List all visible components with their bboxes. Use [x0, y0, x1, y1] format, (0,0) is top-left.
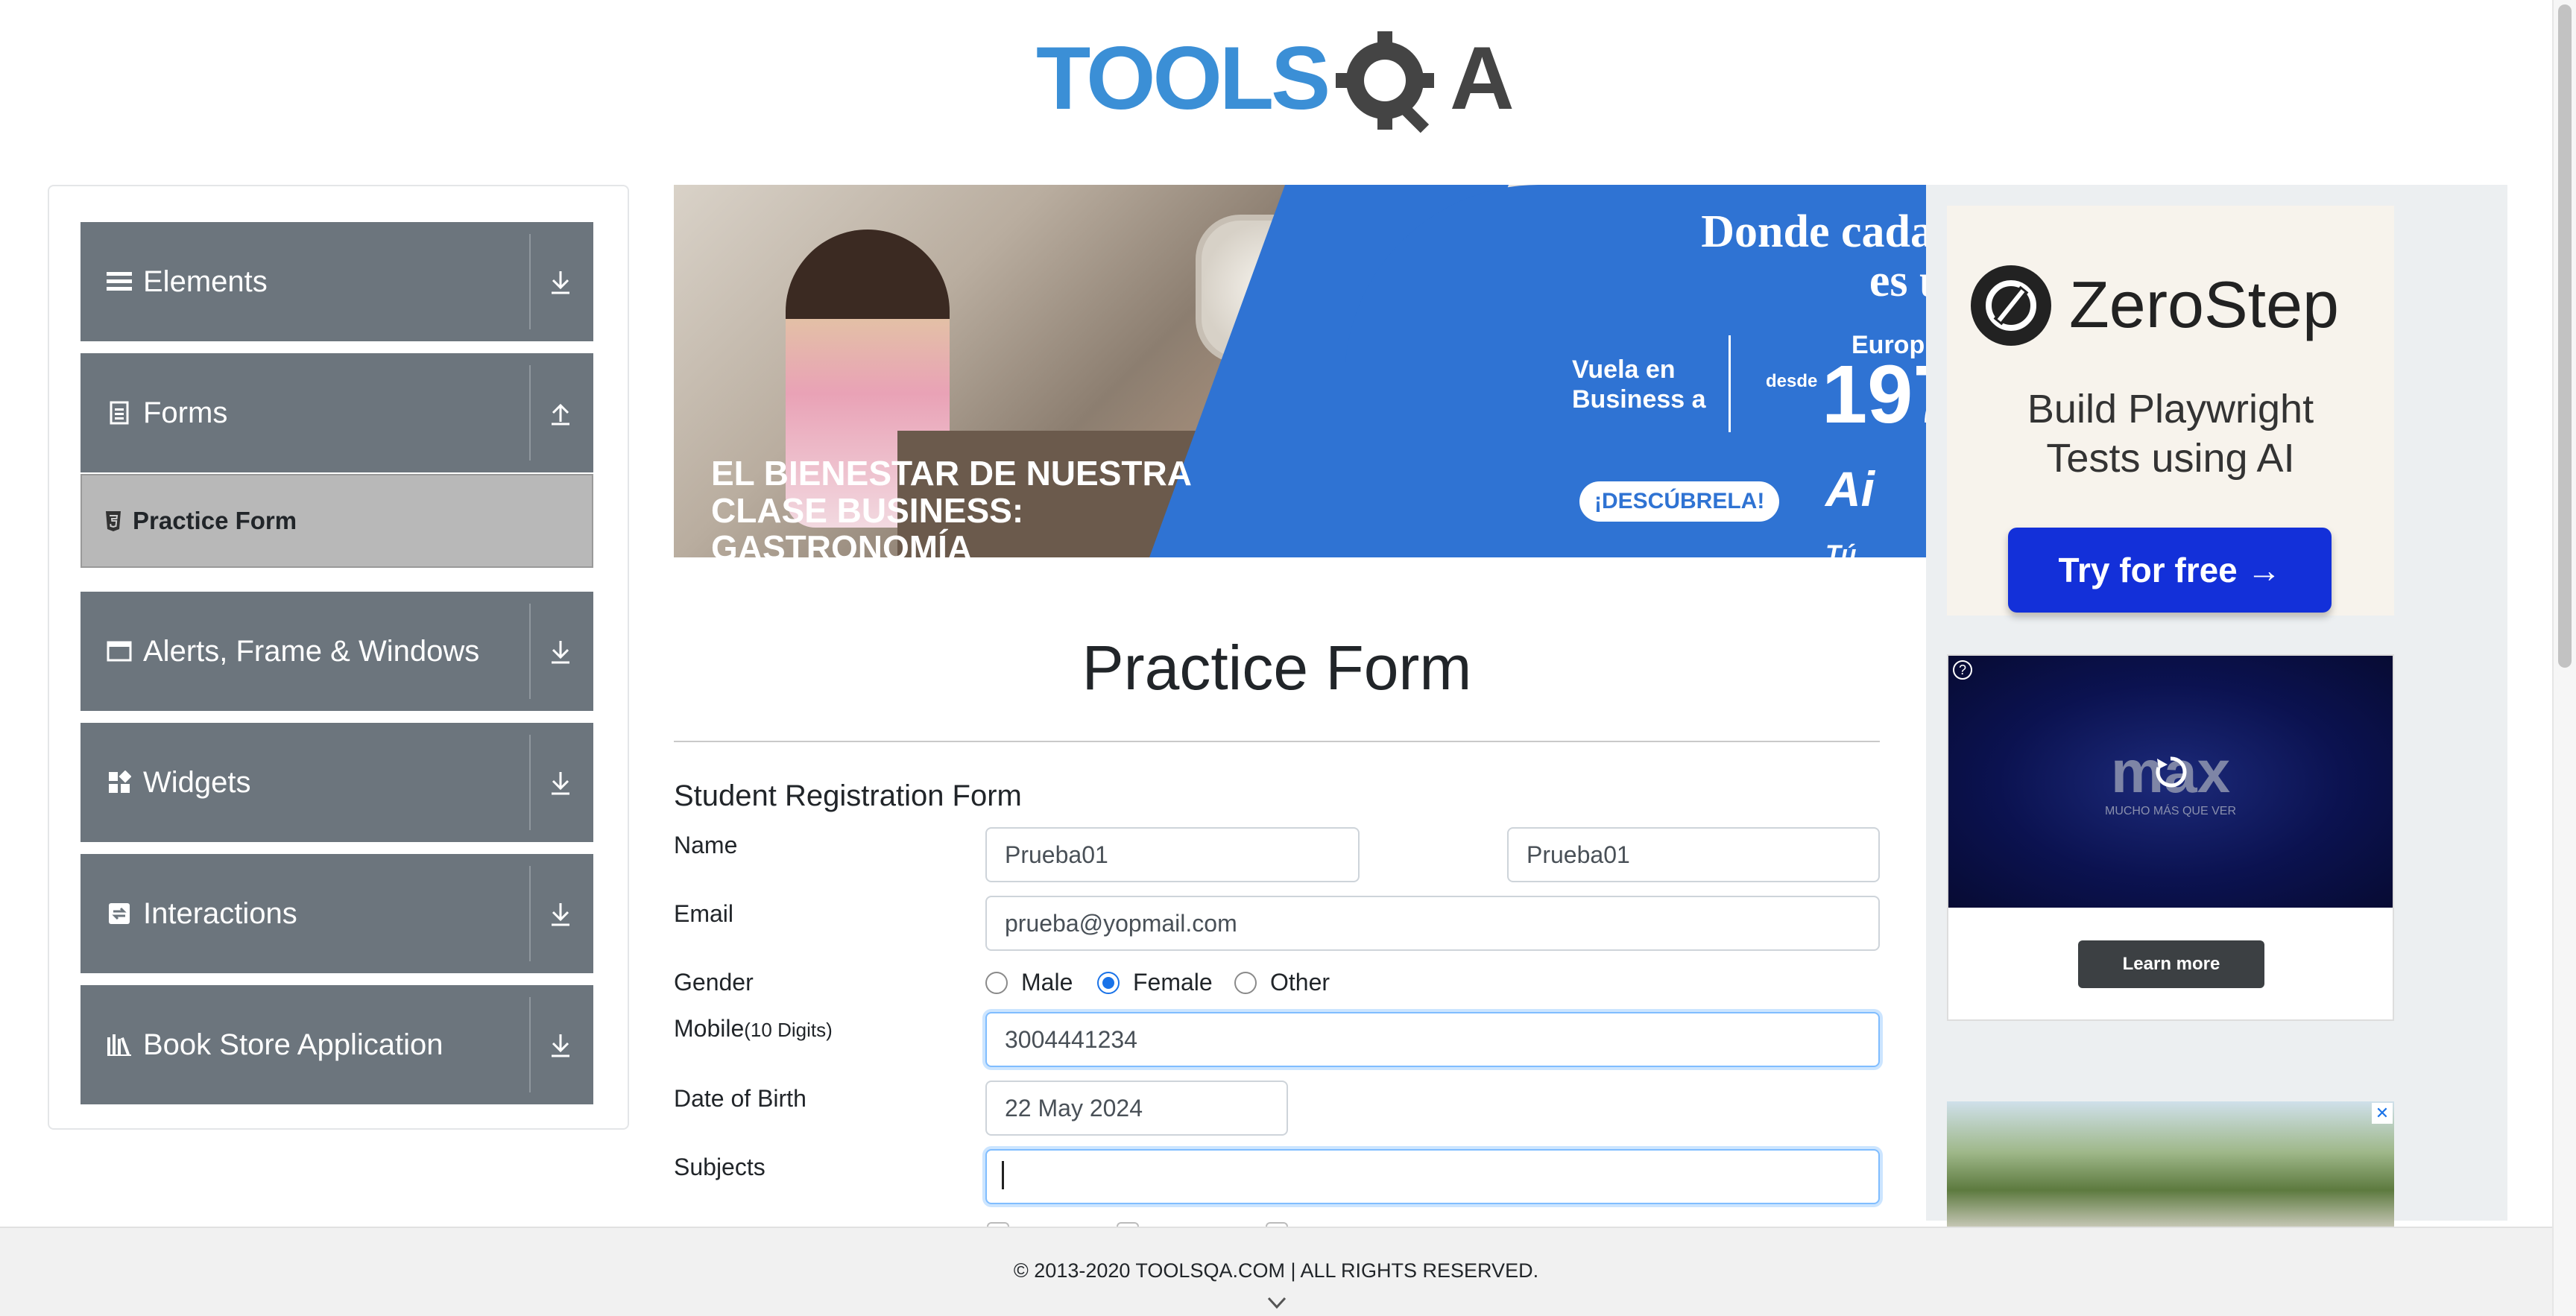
video-ad[interactable]: ? max MUCHO MÁS QUE VER Learn more — [1947, 654, 2394, 1021]
mobile-hint: (10 Digits) — [744, 1019, 833, 1041]
radio-label: Female — [1133, 969, 1213, 996]
zerostep-tagline: Build Playwright Tests using AI — [1947, 385, 2394, 483]
mobile-label-text: Mobile — [674, 1015, 745, 1042]
divider — [529, 866, 531, 961]
divider — [529, 735, 531, 830]
page: TOOLS A Elements Forms Practice Form Ale… — [0, 0, 2576, 1316]
banner-tagline: EL BIENESTAR DE NUESTRA CLASE BUSINESS: … — [711, 454, 1191, 557]
nav-group-widgets[interactable]: Widgets — [80, 723, 593, 842]
document-icon — [104, 401, 134, 425]
expand-arrow-icon[interactable] — [538, 629, 583, 674]
ad-choices-icon[interactable]: ✕ — [2372, 1103, 2393, 1124]
gender-female-radio[interactable]: Female — [1097, 969, 1213, 996]
chevron-down-icon[interactable] — [1266, 1294, 1288, 1312]
zerostep-ad[interactable]: ZeroStep Build Playwright Tests using AI… — [1947, 206, 2394, 616]
name-label: Name — [674, 832, 738, 858]
widgets-icon — [104, 771, 134, 794]
form-section-title: Student Registration Form — [674, 779, 1022, 812]
nav-group-interactions[interactable]: Interactions — [80, 854, 593, 973]
banner-cta-button[interactable]: ¡DESCÚBRELA! — [1579, 481, 1780, 522]
nav-group-book-store[interactable]: Book Store Application — [80, 985, 593, 1104]
gender-label: Gender — [674, 969, 754, 996]
gear-icon — [1336, 31, 1434, 133]
logo-graphic: TOOLS A — [1036, 28, 1515, 133]
replay-icon[interactable] — [2150, 751, 2191, 793]
radio-label: Other — [1270, 969, 1330, 996]
banner-headline: Donde cada p es un — [1701, 206, 1926, 306]
gender-male-radio[interactable]: Male — [985, 969, 1073, 996]
radio-circle[interactable] — [1234, 971, 1257, 994]
nav-group-label: Widgets — [143, 765, 251, 799]
zerostep-logo-icon — [1971, 265, 2051, 346]
nav-group-label: Interactions — [143, 896, 297, 930]
brand-mark: Ai — [1825, 461, 1875, 516]
nav-group-alerts[interactable]: Alerts, Frame & Windows — [80, 592, 593, 711]
divider — [529, 365, 531, 461]
last-name-input[interactable] — [1507, 827, 1880, 882]
airline-banner-ad[interactable]: EL BIENESTAR DE NUESTRA CLASE BUSINESS: … — [674, 185, 1926, 557]
toolsqa-logo[interactable]: TOOLS A — [1036, 21, 1528, 140]
nav-item-practice-form[interactable]: Practice Form — [80, 474, 593, 568]
hamburger-icon — [104, 271, 134, 293]
logo-text-tools: TOOLS — [1036, 28, 1328, 128]
banner-divider — [1729, 335, 1731, 432]
radio-label: Male — [1021, 969, 1073, 996]
try-for-free-button[interactable]: Try for free → — [2008, 528, 2332, 613]
banner-brand: Ai Tú — [1825, 461, 1875, 557]
email-input[interactable] — [985, 896, 1880, 951]
footer-copyright: © 2013-2020 TOOLSQA.COM | ALL RIGHTS RES… — [1013, 1259, 1539, 1282]
page-title: Practice Form — [1082, 633, 1472, 703]
mobile-input[interactable] — [985, 1012, 1880, 1067]
subjects-input[interactable] — [985, 1149, 1880, 1204]
subjects-label: Subjects — [674, 1154, 765, 1180]
books-icon — [104, 1033, 134, 1057]
nav-group-label: Elements — [143, 265, 268, 298]
nav-group-label: Alerts, Frame & Windows — [143, 634, 480, 668]
nav-group-forms[interactable]: Forms — [80, 353, 593, 472]
email-label: Email — [674, 900, 734, 927]
nav-group-elements[interactable]: Elements — [80, 222, 593, 341]
scrollbar-thumb[interactable] — [2558, 4, 2572, 668]
mobile-label: Mobile(10 Digits) — [674, 1015, 833, 1043]
divider — [529, 997, 531, 1092]
video-sub: MUCHO MÁS QUE VER — [2104, 805, 2236, 817]
nav-group-label: Forms — [143, 396, 228, 429]
learn-more-button[interactable]: Learn more — [2078, 940, 2264, 988]
divider — [529, 604, 531, 699]
expand-arrow-icon[interactable] — [538, 760, 583, 805]
interactions-icon — [104, 902, 134, 926]
radio-circle-selected[interactable] — [1097, 971, 1120, 994]
html5-icon — [104, 510, 122, 532]
banner-price: 197 — [1822, 349, 1926, 440]
footer: © 2013-2020 TOOLSQA.COM | ALL RIGHTS RES… — [0, 1227, 2552, 1316]
first-name-input[interactable] — [985, 827, 1360, 882]
banner-desde: desde — [1766, 371, 1818, 391]
collapse-arrow-icon[interactable] — [538, 390, 583, 435]
nav-group-label: Book Store Application — [143, 1028, 443, 1061]
zerostep-tagline-text: Build Playwright Tests using AI — [2027, 387, 2314, 481]
text-cursor — [1002, 1161, 1004, 1189]
brand-sub: Tú — [1825, 540, 1857, 557]
dob-label: Date of Birth — [674, 1085, 806, 1112]
radio-circle[interactable] — [985, 971, 1008, 994]
zerostep-brand: ZeroStep — [2069, 268, 2339, 341]
gender-other-radio[interactable]: Other — [1234, 969, 1330, 996]
divider — [674, 741, 1880, 742]
window-icon — [104, 640, 134, 662]
logo-text-a: A — [1450, 28, 1515, 128]
ad-info-icon[interactable]: ? — [1953, 660, 1972, 680]
resort-ad[interactable]: ✕ — [1947, 1101, 2394, 1228]
banner-vuela-text: Vuela en Business a — [1572, 355, 1706, 414]
expand-arrow-icon[interactable] — [538, 1022, 583, 1067]
expand-arrow-icon[interactable] — [538, 259, 583, 304]
expand-arrow-icon[interactable] — [538, 891, 583, 936]
left-nav-panel: Elements Forms Practice Form Alerts, Fra… — [48, 185, 629, 1130]
nav-item-label: Practice Form — [133, 507, 297, 534]
date-of-birth-input[interactable] — [985, 1081, 1288, 1136]
divider — [529, 234, 531, 329]
